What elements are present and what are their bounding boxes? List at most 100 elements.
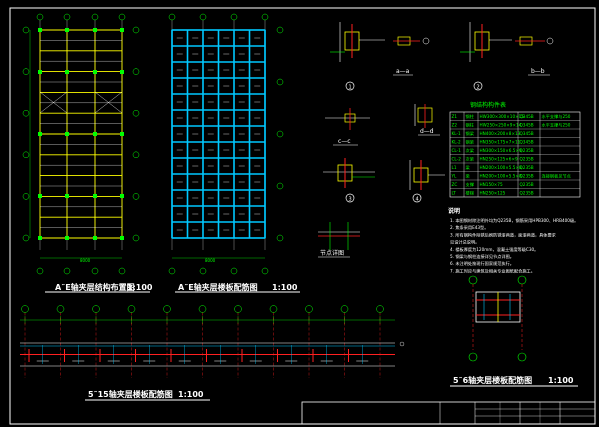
plan-a-axis-bubble xyxy=(91,13,99,21)
section-d-d-label: d—d xyxy=(420,128,434,135)
member-table-cell: Z2 xyxy=(452,123,458,128)
member-table-cell: HN250×125 xyxy=(480,191,506,196)
member-table-cell: 钢梁 xyxy=(466,130,475,137)
plan-b-axis-bubble xyxy=(276,182,284,190)
plan-a-axis-bubble xyxy=(36,13,44,21)
member-table-cell: Q235B xyxy=(520,148,534,153)
member-table-cell: L1 xyxy=(452,165,457,170)
section-b-b-label: b—b xyxy=(531,68,545,75)
plan-b-axis-bubble xyxy=(276,130,284,138)
plan-a-column xyxy=(120,70,124,74)
plan-b-axis-bubble xyxy=(261,13,269,21)
plan-b-scale: 1:100 xyxy=(272,283,298,292)
elevation-end-marker xyxy=(399,341,405,347)
member-table-cell: HW300×300×10×15 xyxy=(480,114,525,119)
detail-bubble-number: 1 xyxy=(349,85,352,91)
elevation-axis-bubble xyxy=(163,305,171,313)
plan-a-column xyxy=(38,194,42,198)
plan-a-beams xyxy=(39,29,123,239)
plan-a-column xyxy=(38,70,42,74)
member-table-cell: 次梁 xyxy=(466,156,475,163)
member-table-body: Z1 钢柱 HW300×300×10×15Q345B 水平支撑与250Z2 钢柱 HW25… xyxy=(451,113,571,197)
member-table-cell: HN250×125×6×9 xyxy=(480,157,518,162)
elevation-axis-bubble xyxy=(269,305,278,313)
plan-a-axis-bubble xyxy=(132,68,140,75)
plan-a-axis-bubble xyxy=(22,109,30,117)
member-table-cell: HN350×175×7×11 xyxy=(480,140,521,145)
elevation-axis-bubble xyxy=(234,305,242,313)
plan-a-column xyxy=(93,236,97,240)
plan-a-title: A˜E轴夹层结构布置图 xyxy=(55,282,135,292)
plan-a-column xyxy=(38,28,42,32)
plan-b-axis-bubble xyxy=(199,267,207,275)
plan-b-axis-bubble xyxy=(276,234,284,242)
member-table-cell: HN150×75 xyxy=(480,182,503,187)
member-table-cell: Q345B xyxy=(520,123,534,128)
plan-b-title: A˜E轴夹层楼板配筋图 xyxy=(178,282,258,292)
member-table-cell: 楼梯 xyxy=(466,190,474,197)
plan-b-axis-bubble xyxy=(276,26,284,34)
plan-b: A˜E轴夹层楼板配筋图 1:100 8000 xyxy=(168,13,300,293)
member-table-cell: Q235B xyxy=(520,191,534,196)
notes-line: 1. 本图钢材除注明外均为Q235B，钢筋采用HPB300、HRB400级。 xyxy=(450,217,578,224)
plan-a-column xyxy=(38,236,42,240)
member-table-cell: 钢柱 xyxy=(466,122,475,129)
plan-a-axis-bubble xyxy=(132,234,140,242)
member-table-cell: HN200×100×5.5×8 xyxy=(480,165,522,170)
member-table-cell: Q235B xyxy=(520,174,534,179)
member-table-cell: LT xyxy=(452,191,457,196)
plan-a-column xyxy=(93,28,97,32)
node-detail-label: 节点详图 xyxy=(320,249,344,257)
member-table-title: 钢结构构件表 xyxy=(470,101,506,109)
member-table-row: Z1 钢柱 HW300×300×10×15Q345B 水平支撑与250 xyxy=(452,113,571,120)
detail-2: 2 xyxy=(460,22,512,91)
plan-a-column xyxy=(93,70,97,74)
notes-line: 见设计总说明。 xyxy=(450,239,479,246)
elevation-axis-bubble xyxy=(340,305,349,313)
detail-bubble-number: 3 xyxy=(349,197,352,203)
plan-a-column xyxy=(65,28,69,32)
plan-a-axis-bubble xyxy=(132,26,140,34)
plan-b-axis-bubble xyxy=(230,13,238,21)
member-table-cell: Q345B xyxy=(520,131,534,136)
member-table-cell: ZC xyxy=(452,182,458,187)
small-plan-scale: 1:100 xyxy=(548,376,574,385)
member-table-cell: Q235B xyxy=(520,182,534,187)
plan-b-axis-bubble xyxy=(199,13,207,21)
cad-drawing-sheet: A˜E轴夹层结构布置图 1:100 8000 A˜E轴夹层楼板配筋图 1:100… xyxy=(9,7,596,425)
plan-a-axis-bubble xyxy=(63,267,71,275)
elevation-body xyxy=(20,305,405,378)
elevation-axis-bubble xyxy=(127,305,136,313)
notes-line: 5. 钢梁与钢柱连接详见节点详图。 xyxy=(450,253,514,260)
member-table-cell: HN200×100×5.5×8 xyxy=(480,174,522,179)
notes: 说明 1. 本图钢材除注明外均为Q235B，钢筋采用HPB300、HRB400级… xyxy=(448,207,578,274)
plan-a-axis-bubble xyxy=(22,26,30,34)
plan-a-column xyxy=(93,132,97,136)
member-table-cell: Q235B xyxy=(520,157,534,162)
member-table-cell: 梁 xyxy=(466,173,471,180)
section-c-c: c—c xyxy=(325,108,370,146)
detail-1: 1 xyxy=(330,22,385,91)
member-table-row: Z2 钢柱 HW250×250×9×14Q345B 水平支撑与250 xyxy=(452,122,571,129)
small-plan: 5˜6轴夹层楼板配筋图 1:100 xyxy=(450,275,578,387)
notes-line: 6. 未注明处按现行国家规范执行。 xyxy=(450,260,514,267)
plan-a-axis-bubble xyxy=(22,68,30,75)
plan-a-axis-bubble xyxy=(118,13,126,21)
plan-a-scale: 1:100 xyxy=(127,283,153,292)
member-table-cell: 次梁 xyxy=(466,147,475,154)
plan-a-column xyxy=(120,28,124,32)
plan-a-column xyxy=(120,132,124,136)
elevation: 5˜15轴夹层楼板配筋图 1:100 xyxy=(20,305,405,401)
plan-b-rebar xyxy=(171,29,266,239)
member-table-cell: 水平支撑与250 xyxy=(542,122,571,129)
title-block xyxy=(301,401,596,425)
notes-line: 2. 焦条采用E43型。 xyxy=(450,224,488,231)
plan-a-axis-bubble xyxy=(118,267,126,275)
plan-a-column xyxy=(65,70,69,74)
notes-line: 7. 施工时应与建筑及相关专业图纸配合施工。 xyxy=(450,267,535,274)
member-table-cell: Q235B xyxy=(520,165,534,170)
plan-a: A˜E轴夹层结构布置图 1:100 8000 xyxy=(22,13,153,293)
plan-b-axis-bubble xyxy=(261,267,269,275)
member-table-cell: KL-1 xyxy=(452,131,462,136)
plan-b-dimension: 8000 xyxy=(205,258,216,263)
